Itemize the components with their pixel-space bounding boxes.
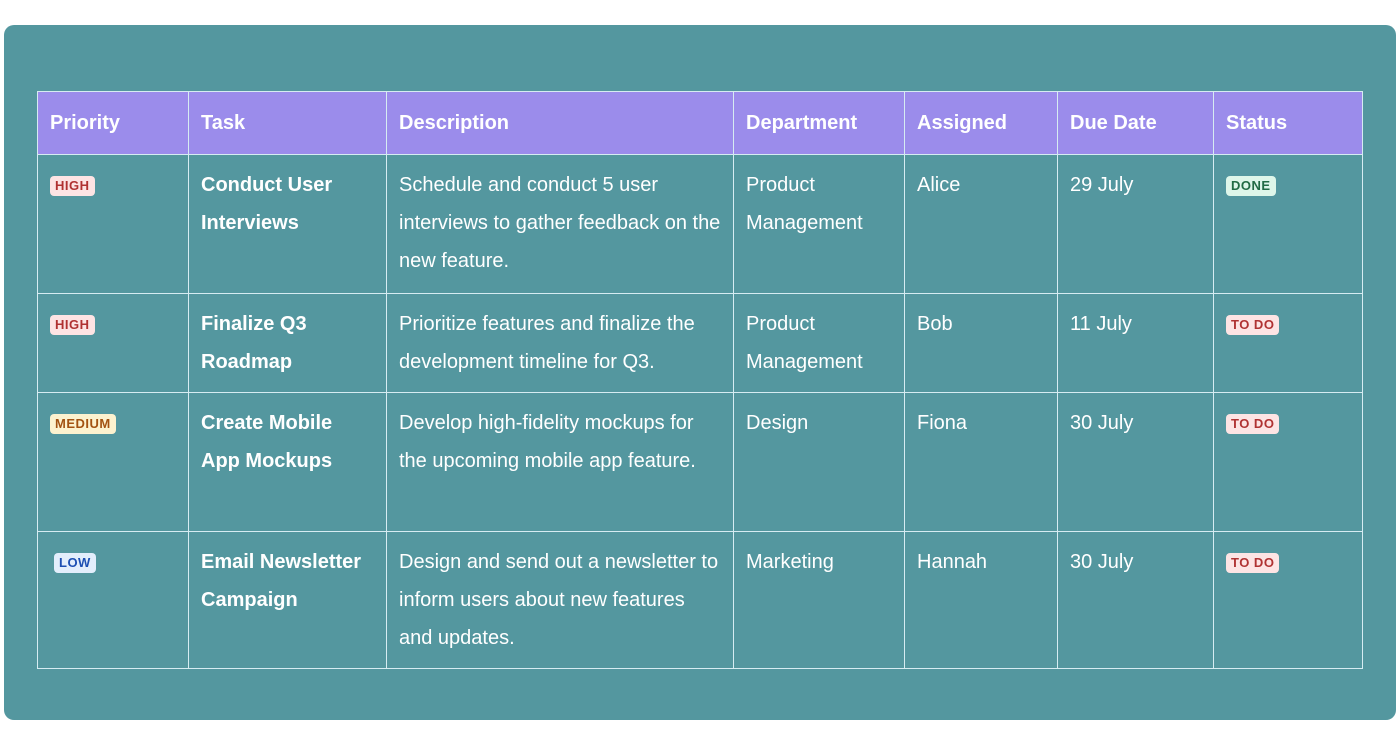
description-cell: Prioritize features and finalize the dev… — [386, 293, 734, 393]
due-date-cell: 30 July — [1057, 531, 1214, 669]
assigned-cell: Alice — [904, 154, 1058, 294]
column-header-status[interactable]: Status — [1213, 91, 1363, 155]
priority-cell: MEDIUM — [37, 392, 189, 532]
column-header-description[interactable]: Description — [386, 91, 734, 155]
department-cell: Product Management — [733, 293, 905, 393]
department-cell: Marketing — [733, 531, 905, 669]
assigned-cell: Fiona — [904, 392, 1058, 532]
column-header-due-date[interactable]: Due Date — [1057, 91, 1214, 155]
status-badge: TO DO — [1226, 553, 1280, 573]
assigned-cell: Hannah — [904, 531, 1058, 669]
column-header-assigned[interactable]: Assigned — [904, 91, 1058, 155]
status-cell: DONE — [1213, 154, 1363, 294]
task-cell: Conduct User Interviews — [188, 154, 387, 294]
description-cell: Design and send out a newsletter to info… — [386, 531, 734, 669]
table-row[interactable]: LOW Email Newsletter Campaign Design and… — [37, 531, 1363, 669]
due-date-cell: 11 July — [1057, 293, 1214, 393]
department-cell: Product Management — [733, 154, 905, 294]
department-cell: Design — [733, 392, 905, 532]
task-cell: Create Mobile App Mockups — [188, 392, 387, 532]
task-table: Priority Task Description Department Ass… — [37, 91, 1363, 669]
task-cell: Finalize Q3 Roadmap — [188, 293, 387, 393]
status-badge: TO DO — [1226, 315, 1280, 335]
table-row[interactable]: HIGH Conduct User Interviews Schedule an… — [37, 154, 1363, 294]
priority-badge: MEDIUM — [50, 414, 116, 434]
column-header-department[interactable]: Department — [733, 91, 905, 155]
priority-cell: HIGH — [37, 154, 189, 294]
priority-cell: LOW — [37, 531, 189, 669]
column-header-priority[interactable]: Priority — [37, 91, 189, 155]
table-row[interactable]: HIGH Finalize Q3 Roadmap Prioritize feat… — [37, 293, 1363, 393]
status-cell: TO DO — [1213, 392, 1363, 532]
priority-cell: HIGH — [37, 293, 189, 393]
priority-badge: LOW — [54, 553, 96, 573]
due-date-cell: 29 July — [1057, 154, 1214, 294]
assigned-cell: Bob — [904, 293, 1058, 393]
status-cell: TO DO — [1213, 293, 1363, 393]
description-cell: Develop high-fidelity mockups for the up… — [386, 392, 734, 532]
status-badge: TO DO — [1226, 414, 1280, 434]
status-badge: DONE — [1226, 176, 1276, 196]
priority-badge: HIGH — [50, 315, 95, 335]
status-cell: TO DO — [1213, 531, 1363, 669]
table-row[interactable]: MEDIUM Create Mobile App Mockups Develop… — [37, 392, 1363, 532]
column-header-task[interactable]: Task — [188, 91, 387, 155]
due-date-cell: 30 July — [1057, 392, 1214, 532]
description-cell: Schedule and conduct 5 user interviews t… — [386, 154, 734, 294]
task-table-card: Priority Task Description Department Ass… — [4, 25, 1396, 720]
task-cell: Email Newsletter Campaign — [188, 531, 387, 669]
table-header-row: Priority Task Description Department Ass… — [37, 91, 1363, 155]
priority-badge: HIGH — [50, 176, 95, 196]
